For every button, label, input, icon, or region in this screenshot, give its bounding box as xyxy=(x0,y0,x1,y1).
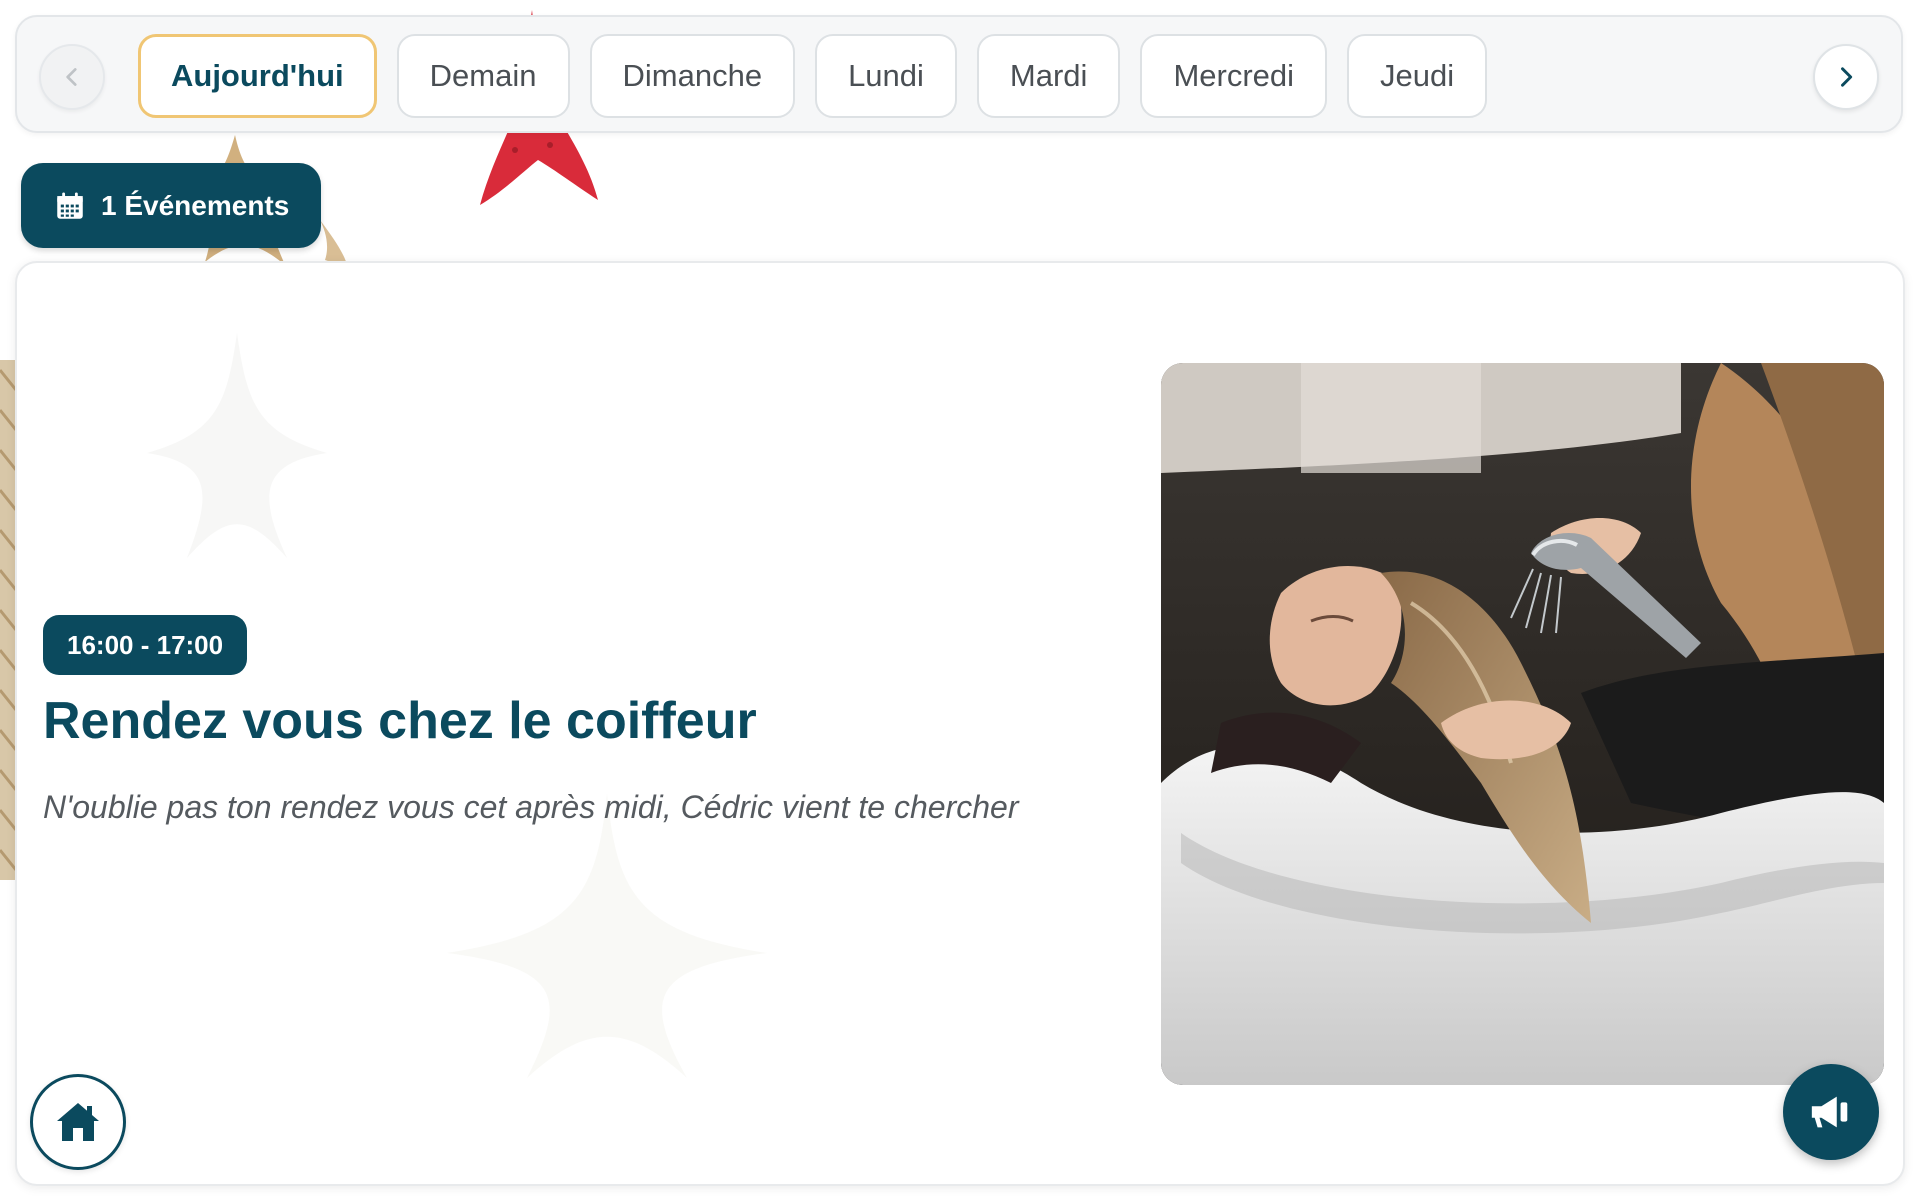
announcement-button[interactable] xyxy=(1783,1064,1879,1160)
tab-thursday[interactable]: Jeudi xyxy=(1347,34,1488,118)
tab-today[interactable]: Aujourd'hui xyxy=(138,34,377,118)
day-tabs: Aujourd'hui Demain Dimanche Lundi Mardi … xyxy=(138,34,1488,118)
starfish-watermark-decoration xyxy=(447,793,767,1078)
chevron-right-icon xyxy=(1841,67,1853,87)
next-day-button[interactable] xyxy=(1813,44,1879,110)
home-button[interactable] xyxy=(30,1074,126,1170)
previous-day-button[interactable] xyxy=(39,44,105,110)
events-count-badge: 1 Événements xyxy=(21,163,322,248)
day-navigation-bar: Aujourd'hui Demain Dimanche Lundi Mardi … xyxy=(15,15,1903,133)
tab-tomorrow[interactable]: Demain xyxy=(396,34,570,118)
event-card[interactable]: 16:00 - 17:00 Rendez vous chez le coiffe… xyxy=(15,261,1905,1186)
tab-wednesday[interactable]: Mercredi xyxy=(1140,34,1328,118)
starfish-watermark-decoration xyxy=(147,333,327,558)
event-title: Rendez vous chez le coiffeur xyxy=(43,692,757,750)
events-count-label: 1 Événements xyxy=(101,189,290,221)
tab-tuesday[interactable]: Mardi xyxy=(976,34,1121,118)
chevron-left-icon xyxy=(66,68,77,86)
calendar-icon xyxy=(57,192,83,219)
rope-decoration xyxy=(0,360,16,880)
megaphone-icon xyxy=(1811,1096,1848,1128)
hair-washing-photo xyxy=(1161,363,1884,1085)
home-icon xyxy=(57,1103,99,1141)
tab-monday[interactable]: Lundi xyxy=(815,34,957,118)
tab-sunday[interactable]: Dimanche xyxy=(589,34,796,118)
event-time-badge: 16:00 - 17:00 xyxy=(43,615,248,675)
event-description: N'oublie pas ton rendez vous cet après m… xyxy=(43,789,1019,825)
